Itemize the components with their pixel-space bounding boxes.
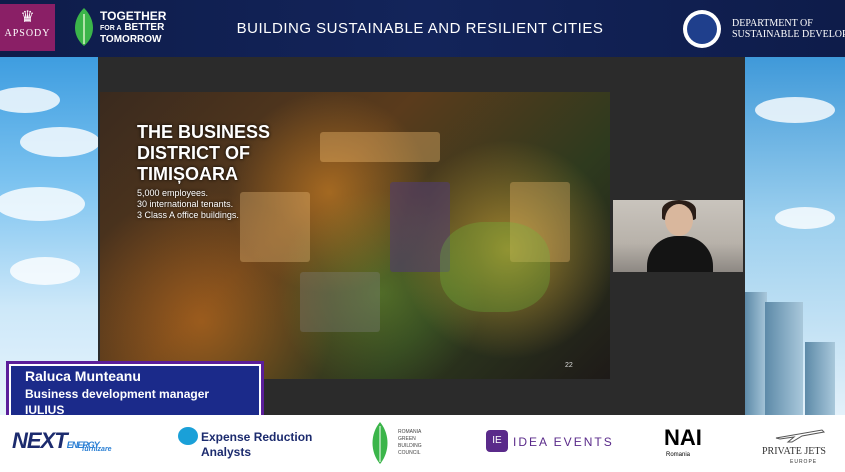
rgbc-logo-text: ROMANIA GREEN BUILDING COUNCIL [398, 429, 422, 457]
rgbc-line: COUNCIL [398, 450, 421, 456]
slide-stat: 5,000 employees. [137, 188, 209, 198]
partner-logo-line3: TOMORROW [100, 34, 162, 45]
event-title: BUILDING SUSTAINABLE AND RESILIENT CITIE… [236, 20, 604, 37]
rapsody-emblem-icon: ♛ [20, 9, 35, 26]
private-jet-icon [775, 429, 826, 443]
seal-inner-emblem [687, 14, 717, 44]
speaker-name: Raluca Munteanu [25, 368, 141, 384]
cloud [20, 127, 100, 157]
next-logo-text: NEXT [12, 428, 68, 453]
slide-title: THE BUSINESS DISTRICT OF TIMIȘOARA [137, 122, 297, 185]
cloud [0, 87, 60, 113]
slide-stats: 5,000 employees. 30 international tenant… [137, 188, 239, 221]
nai-subtext: Romania [666, 452, 691, 458]
rapsody-logo: ♛ APSODY [0, 4, 55, 51]
cloud [0, 187, 85, 221]
private-jets-logo: PRIVATE JETS [762, 446, 826, 457]
skyscraper-graphic [765, 302, 803, 415]
rgbc-leaf-icon [372, 422, 388, 464]
cloud [755, 97, 835, 123]
slide-page-number: 22 [565, 362, 573, 369]
partner-logo-line2: FOR A BETTER [100, 22, 166, 34]
cloud [775, 207, 835, 229]
together-better-tomorrow-logo: TOGETHER FOR A BETTER TOMORROW [100, 9, 167, 45]
slide-stat: 30 international tenants. [137, 199, 234, 209]
speaker-face [665, 204, 693, 236]
idea-events-logo: IDEA EVENTS [513, 435, 614, 449]
idea-events-icon: IE [486, 430, 508, 452]
department-line2: SUSTAINABLE DEVELOPM [732, 29, 845, 40]
era-line2: Analysts [201, 445, 252, 459]
era-line1: Expense Reduction [201, 430, 313, 444]
next-furnizare-text: furnizare [82, 446, 112, 453]
slide-title-line2: DISTRICT OF [137, 143, 250, 163]
lit-building [320, 132, 440, 162]
expense-reduction-icon [178, 427, 198, 445]
rgbc-line: GREEN [398, 436, 416, 442]
private-jets-subtext: EUROPE [790, 459, 818, 465]
sponsor-bar [0, 415, 845, 472]
rgbc-line: BUILDING [398, 443, 422, 449]
expense-reduction-logo: Expense Reduction Analysts [201, 430, 312, 460]
rgbc-line: ROMANIA [398, 429, 422, 435]
slide-stat: 3 Class A office buildings. [137, 210, 239, 220]
parking-lot [300, 272, 380, 332]
partner-logo-line2-text: BETTER [124, 22, 165, 33]
leaf-logo-icon [75, 8, 93, 46]
slide-title-line3: TIMIȘOARA [137, 164, 238, 184]
speaker-role: Business development manager [25, 387, 210, 401]
rapsody-logo-text: APSODY [4, 28, 51, 39]
right-sky-background [745, 57, 845, 415]
nai-logo: NAI [664, 425, 702, 450]
partner-logo-line1: TOGETHER [100, 9, 167, 23]
department-line1: DEPARTMENT OF [732, 18, 813, 29]
skyscraper-graphic [745, 292, 767, 415]
department-label: DEPARTMENT OF SUSTAINABLE DEVELOPM [732, 18, 845, 40]
slide-title-line1: THE BUSINESS [137, 122, 271, 142]
cloud [10, 257, 80, 285]
skyscraper-graphic [805, 342, 835, 415]
lit-building [240, 192, 310, 262]
park-area [440, 222, 550, 312]
partner-logo-line2-small: FOR A [100, 25, 122, 32]
